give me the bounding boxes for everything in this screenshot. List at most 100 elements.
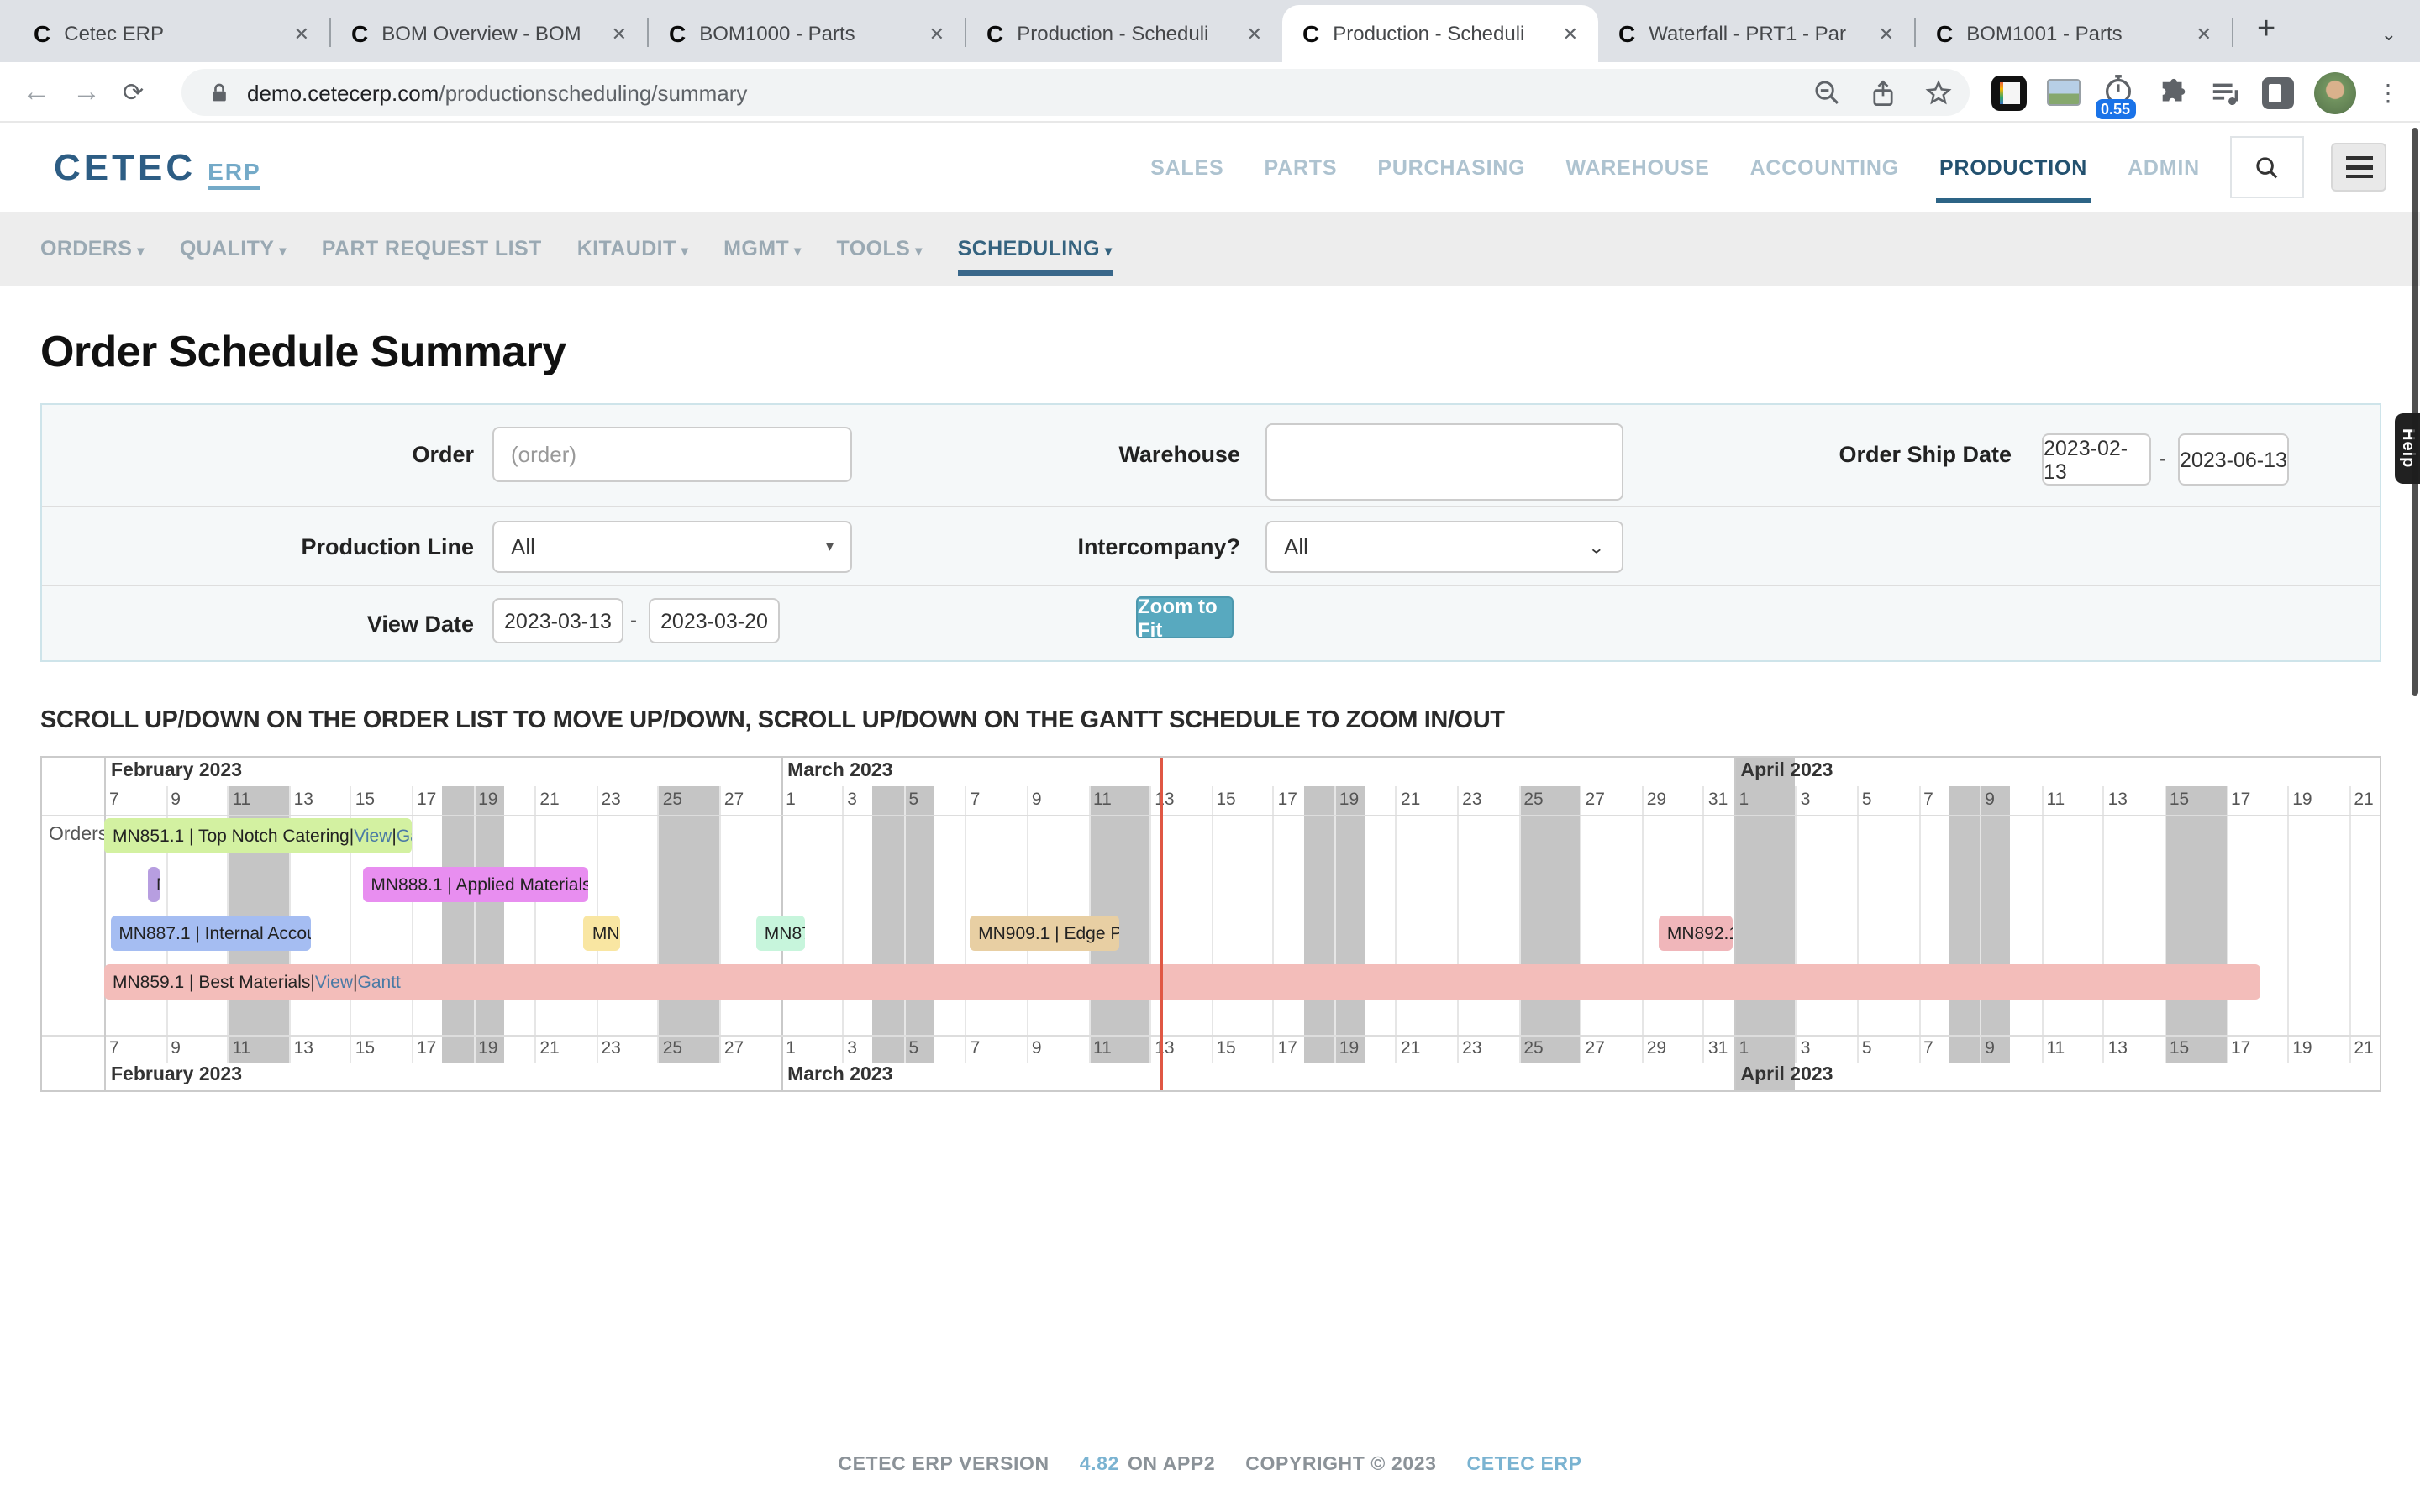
day-tick-label: 17 xyxy=(2231,790,2250,810)
subnav-part-request-list[interactable]: PART REQUEST LIST xyxy=(322,237,542,260)
gantt-order-bar[interactable]: MN851.1 | Top Notch Catering | View | Ga xyxy=(104,818,412,853)
tab-search-chevron-icon[interactable]: ⌄ xyxy=(2381,24,2396,45)
day-tick-label-bottom: 13 xyxy=(294,1038,313,1058)
gantt-order-bar[interactable]: MN89 xyxy=(584,916,621,951)
day-tick-label: 25 xyxy=(1523,790,1543,810)
forward-icon[interactable]: → xyxy=(72,75,101,108)
day-gridline xyxy=(1642,786,1644,1063)
browser-tab[interactable]: CProduction - Scheduli✕ xyxy=(966,5,1282,62)
browser-tab[interactable]: CWaterfall - PRT1 - Par✕ xyxy=(1598,5,1914,62)
gantt-order-bar[interactable]: MN875 xyxy=(756,916,806,951)
reload-icon[interactable]: ⟳ xyxy=(123,76,144,107)
tab-close-icon[interactable]: ✕ xyxy=(1556,19,1585,48)
gantt-order-bar[interactable]: M xyxy=(148,867,159,902)
subnav-scheduling[interactable]: SCHEDULING▾ xyxy=(958,237,1113,260)
day-tick-label: 7 xyxy=(971,790,981,810)
orders-column-label: Orders xyxy=(49,825,108,845)
browser-tab[interactable]: CCetec ERP✕ xyxy=(13,5,329,62)
day-tick-label-bottom: 9 xyxy=(1985,1038,1995,1058)
day-tick-label: 15 xyxy=(2170,790,2189,810)
view-date-to-input[interactable]: 2023-03-20 xyxy=(649,598,780,643)
side-panel-icon[interactable] xyxy=(2262,76,2294,108)
ship-date-from-input[interactable]: 2023-02-13 xyxy=(2042,433,2151,486)
cetec-favicon: C xyxy=(669,20,686,47)
scrollbar-thumb[interactable] xyxy=(2412,128,2418,696)
bar-link-view[interactable]: View xyxy=(315,972,353,992)
top-nav-production[interactable]: PRODUCTION xyxy=(1939,155,2087,179)
bar-link-gantt[interactable]: Gantt xyxy=(358,972,401,992)
cetec-logo[interactable]: CETEC ERP xyxy=(54,145,261,189)
gantt-order-bar[interactable]: MN892.1 xyxy=(1659,916,1733,951)
intercompany-select[interactable]: All⌄ xyxy=(1265,521,1623,573)
bar-link-view[interactable]: View xyxy=(354,826,392,846)
cetec-favicon: C xyxy=(34,20,50,47)
tab-close-icon[interactable]: ✕ xyxy=(605,19,634,48)
day-tick-label: 23 xyxy=(1462,790,1481,810)
top-nav-accounting[interactable]: ACCOUNTING xyxy=(1750,155,1899,179)
view-date-label: View Date xyxy=(367,612,474,637)
extensions-puzzle-icon[interactable] xyxy=(2158,76,2190,108)
day-tick-label: 21 xyxy=(1401,790,1420,810)
subnav-mgmt[interactable]: MGMT▾ xyxy=(723,237,801,260)
menu-hamburger-icon[interactable] xyxy=(2331,143,2386,192)
tab-close-icon[interactable]: ✕ xyxy=(2190,19,2218,48)
back-icon[interactable]: ← xyxy=(22,75,50,108)
order-input[interactable]: (order) xyxy=(492,427,852,482)
tab-close-icon[interactable]: ✕ xyxy=(1240,19,1269,48)
day-tick-label: 13 xyxy=(1155,790,1174,810)
tab-close-icon[interactable]: ✕ xyxy=(1872,19,1901,48)
new-tab-button[interactable]: + xyxy=(2233,12,2296,62)
subnav-quality[interactable]: QUALITY▾ xyxy=(180,237,287,260)
day-gridline xyxy=(2349,786,2350,1063)
day-tick-label-bottom: 1 xyxy=(1739,1038,1749,1058)
header-search-button[interactable] xyxy=(2230,136,2304,198)
gantt-order-bar[interactable]: MN888.1 | Applied Materials, In xyxy=(362,867,588,902)
browser-menu-icon[interactable]: ⋮ xyxy=(2376,78,2400,107)
subnav-tools[interactable]: TOOLS▾ xyxy=(837,237,923,260)
ship-date-to-input[interactable]: 2023-06-13 xyxy=(2178,433,2289,486)
extension-timer-icon[interactable]: 0.55 xyxy=(2101,67,2138,118)
day-tick-label-bottom: 15 xyxy=(355,1038,375,1058)
tab-close-icon[interactable]: ✕ xyxy=(287,19,316,48)
gantt-chart[interactable]: OrdersFebruary 2023February 2023March 20… xyxy=(40,756,2381,1092)
top-nav-warehouse[interactable]: WAREHOUSE xyxy=(1565,155,1709,179)
top-nav-sales[interactable]: SALES xyxy=(1150,155,1223,179)
extension-doc-icon[interactable] xyxy=(1991,75,2027,110)
profile-avatar[interactable] xyxy=(2314,71,2356,113)
zoom-to-fit-button[interactable]: Zoom to Fit xyxy=(1136,596,1234,638)
address-bar[interactable]: demo.cetecerp.com/productionscheduling/s… xyxy=(182,69,1970,116)
top-nav-admin[interactable]: ADMIN xyxy=(2128,155,2200,179)
playlist-icon[interactable] xyxy=(2210,76,2242,108)
top-nav-purchasing[interactable]: PURCHASING xyxy=(1377,155,1525,179)
day-tick-label-bottom: 27 xyxy=(1586,1038,1605,1058)
warehouse-input[interactable] xyxy=(1265,423,1623,501)
day-tick-label: 19 xyxy=(1339,790,1359,810)
day-tick-label: 29 xyxy=(1647,790,1666,810)
orders-column-border xyxy=(104,758,106,1090)
day-tick-label-bottom: 3 xyxy=(847,1038,857,1058)
gantt-order-bar[interactable]: MN859.1 | Best Materials | View | Gantt xyxy=(104,964,2260,1000)
axis-separator xyxy=(42,815,2380,816)
subnav-kitaudit[interactable]: KITAUDIT▾ xyxy=(577,237,688,260)
top-nav-parts[interactable]: PARTS xyxy=(1264,155,1337,179)
browser-tab[interactable]: CBOM1001 - Parts✕ xyxy=(1916,5,2232,62)
gantt-order-bar[interactable]: MN909.1 | Edge Pro xyxy=(970,916,1118,951)
gantt-order-bar[interactable]: MN887.1 | Internal Account xyxy=(110,916,310,951)
view-date-from-input[interactable]: 2023-03-13 xyxy=(492,598,623,643)
browser-tab[interactable]: CBOM Overview - BOM✕ xyxy=(331,5,647,62)
subnav-orders[interactable]: ORDERS▾ xyxy=(40,237,145,260)
browser-tab[interactable]: CProduction - Scheduli✕ xyxy=(1282,5,1598,62)
footer-link[interactable]: 4.82 xyxy=(1080,1455,1119,1475)
extension-screenshot-icon[interactable] xyxy=(2047,79,2081,106)
day-gridline xyxy=(1457,786,1459,1063)
production-line-select[interactable]: All▾ xyxy=(492,521,852,573)
bar-link-ga[interactable]: Ga xyxy=(397,826,412,846)
footer-link[interactable]: CETEC ERP xyxy=(1467,1455,1582,1475)
share-icon[interactable] xyxy=(1869,78,1897,107)
bookmark-star-icon[interactable] xyxy=(1924,78,1953,107)
tab-close-icon[interactable]: ✕ xyxy=(923,19,951,48)
browser-tab[interactable]: CBOM1000 - Parts✕ xyxy=(649,5,965,62)
day-tick-label-bottom: 17 xyxy=(2231,1038,2250,1058)
zoom-out-icon[interactable] xyxy=(1813,78,1842,107)
day-gridline xyxy=(1518,786,1520,1063)
